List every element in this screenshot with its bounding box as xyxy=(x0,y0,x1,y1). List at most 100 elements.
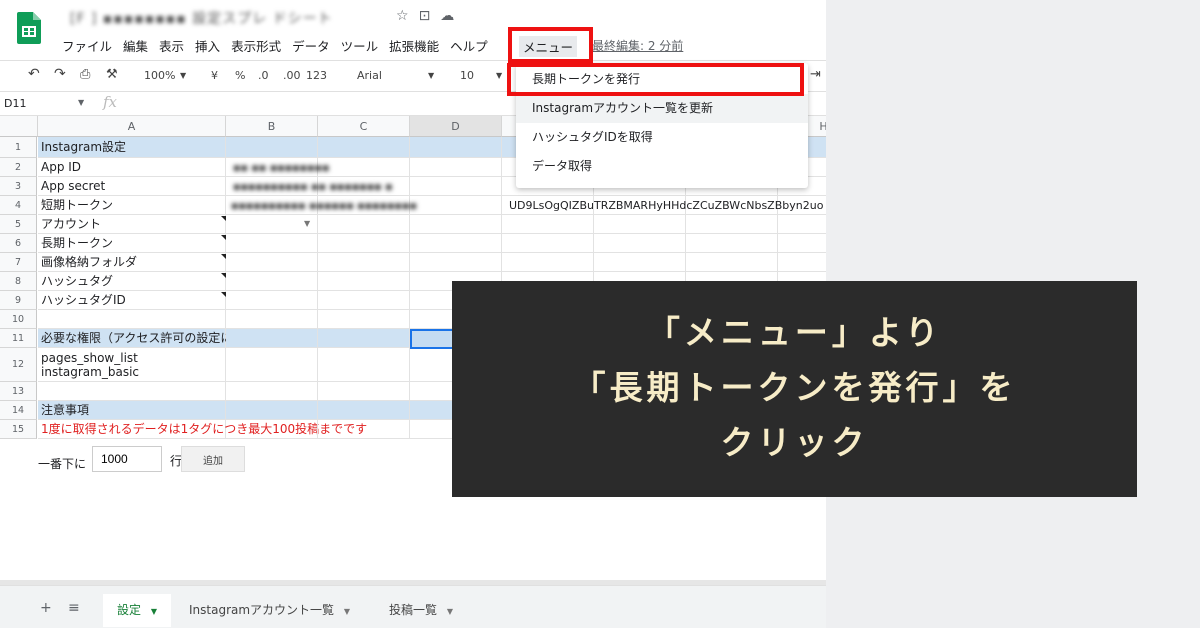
note-indicator-icon[interactable] xyxy=(221,292,226,297)
menu-data[interactable]: データ xyxy=(292,36,330,55)
grid-cell[interactable] xyxy=(778,234,826,253)
row-header[interactable]: 11 xyxy=(0,329,37,348)
move-folder-icon[interactable]: ⊡ xyxy=(419,8,431,24)
grid-cell[interactable]: App secret xyxy=(38,177,226,196)
grid-cell[interactable] xyxy=(226,420,318,439)
menu-insert[interactable]: 挿入 xyxy=(195,36,220,55)
print-icon[interactable]: ⎙ xyxy=(80,67,90,82)
grid-cell[interactable] xyxy=(318,234,410,253)
name-box[interactable]: D11 xyxy=(4,97,26,110)
row-header[interactable]: 3 xyxy=(0,177,37,196)
menu-view[interactable]: 表示 xyxy=(159,36,184,55)
menu-format[interactable]: 表示形式 xyxy=(231,36,281,55)
note-indicator-icon[interactable] xyxy=(221,216,226,221)
row-header[interactable]: 5 xyxy=(0,215,37,234)
grid-cell[interactable] xyxy=(594,215,686,234)
font-select[interactable]: Arial xyxy=(357,69,382,82)
grid-cell[interactable]: ハッシュタグ xyxy=(38,272,226,291)
grid-cell[interactable]: App ID xyxy=(38,158,226,177)
row-header[interactable]: 14 xyxy=(0,401,37,420)
tab-instagram-accounts[interactable]: Instagramアカウント一覧 ▼ xyxy=(175,594,364,627)
grid-cell[interactable] xyxy=(318,272,410,291)
grid-cell[interactable] xyxy=(226,348,318,382)
grid-cell[interactable] xyxy=(778,253,826,272)
grid-cell[interactable]: 長期トークン xyxy=(38,234,226,253)
row-header[interactable]: 8 xyxy=(0,272,37,291)
note-indicator-icon[interactable] xyxy=(221,235,226,240)
tab-caret-icon[interactable]: ▼ xyxy=(447,607,453,616)
row-header[interactable]: 12 xyxy=(0,348,37,382)
note-indicator-icon[interactable] xyxy=(221,273,226,278)
tab-settings[interactable]: 設定 ▼ xyxy=(103,594,171,627)
grid-cell[interactable]: 画像格納フォルダ xyxy=(38,253,226,272)
paint-format-icon[interactable]: ⚒ xyxy=(106,67,118,82)
column-header-d[interactable]: D xyxy=(410,116,502,137)
grid-cell[interactable] xyxy=(226,272,318,291)
row-header[interactable]: 10 xyxy=(0,310,37,329)
grid-cell[interactable] xyxy=(410,253,502,272)
font-size-select[interactable]: 10 xyxy=(460,69,474,82)
row-header[interactable]: 7 xyxy=(0,253,37,272)
grid-cell[interactable] xyxy=(502,234,594,253)
grid-cell[interactable]: ハッシュタグID xyxy=(38,291,226,310)
note-indicator-icon[interactable] xyxy=(221,254,226,259)
name-box-caret-icon[interactable]: ▼ xyxy=(78,98,84,107)
grid-cell[interactable] xyxy=(318,329,410,348)
all-sheets-icon[interactable]: ≡ xyxy=(68,600,80,616)
menu-item-refresh-accounts[interactable]: Instagramアカウント一覧を更新 xyxy=(516,94,808,123)
grid-cell[interactable]: 必要な権限（アクセス許可の設定にて設定する必要のある権限） xyxy=(38,329,388,348)
grid-cell[interactable] xyxy=(778,215,826,234)
select-all-corner[interactable] xyxy=(0,116,38,137)
menu-tools[interactable]: ツール xyxy=(341,36,379,55)
redo-icon[interactable]: ↷ xyxy=(54,66,66,82)
row-header[interactable]: 2 xyxy=(0,158,37,177)
row-header[interactable]: 9 xyxy=(0,291,37,310)
grid-cell[interactable] xyxy=(594,234,686,253)
add-rows-button[interactable]: 追加 xyxy=(181,446,245,472)
grid-cell[interactable]: Instagram設定 xyxy=(38,137,226,158)
grid-cell[interactable] xyxy=(226,329,318,348)
grid-cell[interactable] xyxy=(410,234,502,253)
menu-item-get-hashtag-id[interactable]: ハッシュタグIDを取得 xyxy=(516,123,808,152)
grid-cell[interactable] xyxy=(38,382,226,401)
grid-cell[interactable] xyxy=(318,310,410,329)
column-header-b[interactable]: B xyxy=(226,116,318,137)
menu-help[interactable]: ヘルプ xyxy=(450,36,488,55)
grid-cell[interactable] xyxy=(318,137,410,158)
row-header[interactable]: 15 xyxy=(0,420,37,439)
grid-cell[interactable] xyxy=(502,253,594,272)
grid-cell[interactable] xyxy=(38,310,226,329)
menu-file[interactable]: ファイル xyxy=(62,36,112,55)
grid-cell[interactable]: pages_show_list instagram_basic xyxy=(38,348,226,382)
menu-extensions[interactable]: 拡張機能 xyxy=(389,36,439,55)
grid-cell[interactable] xyxy=(686,215,778,234)
grid-cell[interactable] xyxy=(226,401,318,420)
decrease-decimal-button[interactable]: .0 xyxy=(258,69,269,82)
grid-cell[interactable] xyxy=(226,291,318,310)
add-rows-input[interactable] xyxy=(92,446,162,472)
grid-cell[interactable] xyxy=(318,291,410,310)
grid-cell[interactable] xyxy=(594,253,686,272)
grid-cell[interactable] xyxy=(686,253,778,272)
grid-cell[interactable]: 短期トークン xyxy=(38,196,226,215)
text-rotate-icon[interactable]: ⇥ xyxy=(810,67,821,82)
grid-cell[interactable] xyxy=(226,137,318,158)
zoom-select[interactable]: 100% xyxy=(144,69,175,82)
grid-cell[interactable] xyxy=(318,401,410,420)
account-dropdown-caret-icon[interactable]: ▼ xyxy=(304,219,310,228)
grid-cell[interactable] xyxy=(318,382,410,401)
menu-item-fetch-data[interactable]: データ取得 xyxy=(516,152,808,181)
grid-cell[interactable] xyxy=(318,348,410,382)
row-header[interactable]: 6 xyxy=(0,234,37,253)
grid-cell[interactable] xyxy=(686,234,778,253)
column-header-c[interactable]: C xyxy=(318,116,410,137)
document-title[interactable]: [F ] ▪▪▪▪▪▪▪▪ 設定スプレ ドシート xyxy=(70,8,333,28)
menu-edit[interactable]: 編集 xyxy=(123,36,148,55)
grid-cell[interactable] xyxy=(226,310,318,329)
row-header[interactable]: 1 xyxy=(0,137,37,158)
grid-cell[interactable]: 注意事項 xyxy=(38,401,226,420)
grid-cell[interactable]: アカウント xyxy=(38,215,226,234)
currency-button[interactable]: ¥ xyxy=(211,69,218,82)
tab-posts[interactable]: 投稿一覧 ▼ xyxy=(375,594,467,627)
grid-cell[interactable] xyxy=(226,234,318,253)
